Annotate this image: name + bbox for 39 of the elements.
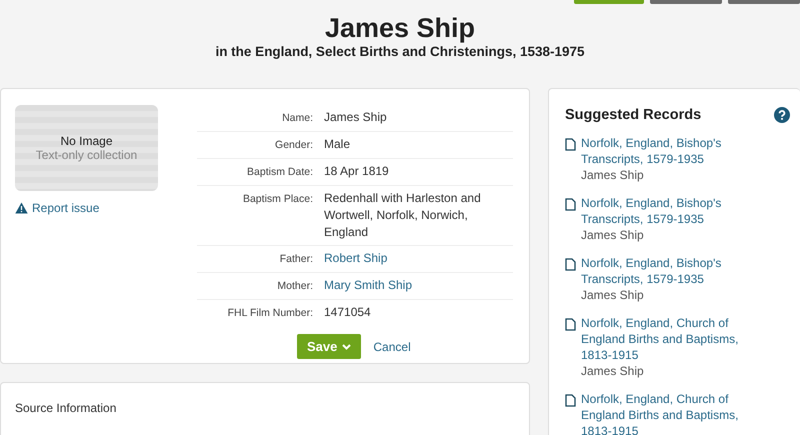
help-icon[interactable] bbox=[774, 107, 790, 123]
document-icon bbox=[565, 394, 576, 407]
field-label: Mother: bbox=[276, 279, 314, 294]
suggested-records-heading: Suggested Records bbox=[565, 107, 702, 123]
document-icon bbox=[565, 318, 576, 331]
source-information-heading: Source Information bbox=[15, 401, 116, 415]
cancel-link[interactable]: Cancel bbox=[373, 340, 411, 354]
person-link[interactable]: Mary Smith Ship bbox=[324, 277, 504, 295]
record-person-name: James Ship bbox=[581, 287, 645, 303]
field-label: Baptism Date: bbox=[246, 165, 314, 180]
field-value: Male bbox=[324, 136, 352, 153]
report-issue-link[interactable]: Report issue bbox=[15, 201, 100, 215]
field-value: 1471054 bbox=[324, 304, 372, 321]
field-value: 18 Apr 1819 bbox=[324, 163, 390, 180]
record-collection-link[interactable]: Norfolk, England, Church of England Births and Baptisms, 1813-1915 bbox=[581, 315, 771, 363]
warning-icon bbox=[15, 202, 28, 214]
record-subtitle: in the England, Select Births and Christenings, 1538-1975 bbox=[214, 44, 586, 59]
record-collection-link[interactable]: Norfolk, England, Church of England Births and Baptisms, 1813-1915 bbox=[581, 391, 771, 435]
field-label: Father: bbox=[278, 252, 314, 267]
field-value: Redenhall with Harleston and Wortwell, Norfolk, Norwich, England bbox=[324, 190, 482, 241]
field-label: Gender: bbox=[274, 138, 314, 153]
record-person-name: James Ship bbox=[581, 167, 645, 183]
person-link[interactable]: Robert Ship bbox=[324, 250, 504, 268]
record-person-name: James Ship bbox=[581, 227, 645, 243]
record-collection-link[interactable]: Norfolk, England, Bishop's Transcripts, 1579-1935 bbox=[581, 255, 771, 287]
record-title: James Ship bbox=[324, 12, 476, 44]
field-label: Baptism Place: bbox=[242, 192, 314, 207]
record-collection-link[interactable]: Norfolk, England, Bishop's Transcripts, 1579-1935 bbox=[581, 135, 771, 167]
field-label: FHL Film Number: bbox=[226, 306, 314, 321]
chevron-down-icon bbox=[342, 344, 352, 350]
no-image-caption: Text-only collection bbox=[36, 148, 138, 162]
document-icon bbox=[565, 258, 576, 271]
document-icon bbox=[565, 138, 576, 151]
record-collection-link[interactable]: Norfolk, England, Bishop's Transcripts, 1579-1935 bbox=[581, 195, 771, 227]
field-value: James Ship bbox=[324, 109, 388, 126]
no-image-label: No Image bbox=[60, 134, 113, 148]
field-label: Name: bbox=[281, 111, 314, 126]
record-person-name: James Ship bbox=[581, 363, 645, 379]
document-icon bbox=[565, 198, 576, 211]
